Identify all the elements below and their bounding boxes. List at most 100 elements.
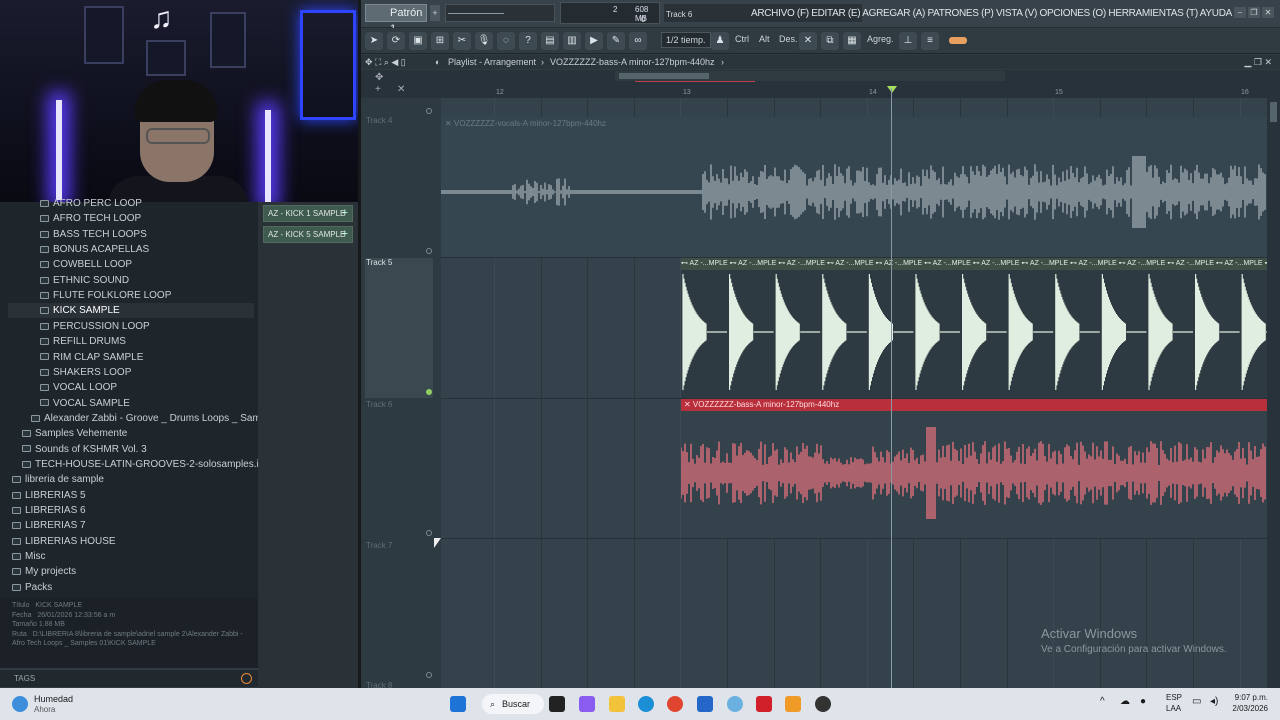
plus-icon[interactable]: + [375,84,381,95]
pattern-selector[interactable]: Patrón 1 [365,4,427,35]
add-pattern-button[interactable]: + [430,5,440,21]
browser-folder-item[interactable]: AFRO PERC LOOP [40,196,142,211]
add-icon[interactable]: + [342,227,348,242]
loop-icon[interactable]: ⟳ [387,32,405,50]
kick-clip-header[interactable]: ⊷ AZ -...MPLE ⊷ AZ -...MPLE ⊷ AZ -...MPL… [681,257,1267,270]
track-led[interactable] [426,248,432,254]
browser-folder-item[interactable]: Sounds of KSHMR Vol. 3 [22,442,147,457]
browser-folder-item[interactable]: LIBRERIAS 7 [12,518,86,533]
ctrl-button[interactable]: Ctrl [735,34,749,44]
browser-folder-item[interactable]: LIBRERIAS HOUSE [12,534,116,549]
undo-button[interactable]: Des. [779,34,798,44]
save-icon[interactable]: ▣ [409,32,427,50]
app-icon[interactable] [815,696,831,712]
volume-icon[interactable]: ◂) [1210,696,1218,707]
browser-folder-item[interactable]: Alexander Zabbi - Groove _ Drums Loops _… [31,411,293,426]
weather-title[interactable]: Humedad [34,694,73,704]
taskbar-search[interactable]: ⌕ Buscar [482,694,544,714]
browser-folder-item[interactable]: REFILL DRUMS [40,334,126,349]
scroll-thumb[interactable] [619,73,709,79]
track-active-led[interactable] [426,389,432,395]
browser-folder-item[interactable]: Packs [12,580,52,595]
track-led[interactable] [426,108,432,114]
browser-folder-item[interactable]: RIM CLAP SAMPLE [40,350,143,365]
tools-icon[interactable]: ⊞ [431,32,449,50]
browser-folder-item[interactable]: BASS TECH LOOPS [40,227,147,242]
x-icon[interactable]: ✕ [397,84,405,95]
fl-studio-icon[interactable] [785,696,801,712]
timeline-ruler[interactable]: ✥ + ✕ 12 13 14 15 16 [361,70,1280,98]
browser-folder-item[interactable]: AFRO TECH LOOP [40,211,141,226]
track-led[interactable] [426,530,432,536]
link-icon[interactable]: ∞ [629,32,647,50]
browser-folder-item[interactable]: BONUS ACAPELLAS [40,242,149,257]
track-label[interactable]: Track 6 [366,400,434,409]
language[interactable]: ESP [1166,693,1182,702]
playlist-window-controls[interactable]: ▁ ❐ ✕ [1244,55,1272,69]
browser-folder-item[interactable]: SHAKERS LOOP [40,365,131,380]
cut-icon[interactable]: ✂ [453,32,471,50]
chrome-icon[interactable] [667,696,683,712]
track-header-selected[interactable] [365,258,433,398]
alt-button[interactable]: Alt [759,34,770,44]
network-icon[interactable]: ☁ [1120,696,1130,707]
bass-clip-header[interactable]: ✕ VOZZZZZZ-bass-A minor-127bpm-440hz [681,398,1267,411]
browser-folder-item[interactable]: VOCAL LOOP [40,380,117,395]
track-label[interactable]: Track 4 [366,116,434,125]
track-led[interactable] [426,672,432,678]
piano-icon[interactable]: ▥ [563,32,581,50]
monitor-icon[interactable]: ▭ [1192,696,1201,707]
zoom-icon[interactable]: ✥ [375,72,383,83]
search-icon[interactable] [241,673,252,684]
help-icon[interactable]: ? [519,32,537,50]
browser-folder-item[interactable]: My projects [12,564,76,579]
browser-folder-item[interactable]: Samples Vehemente [22,426,127,441]
record-indicator[interactable] [949,37,967,44]
browser-folder-item[interactable]: PERCUSSION LOOP [40,319,150,334]
track-label[interactable]: Track 7 [366,541,434,550]
browser-folder-item[interactable]: LIBRERIAS 5 [12,488,86,503]
browser-folder-item[interactable]: Misc [12,549,46,564]
play-arrow-icon[interactable]: ▶ [585,32,603,50]
mic-icon[interactable]: 🎙 [475,32,493,50]
playlist-tools-icon[interactable]: ✥ ⛶ ⌕ ◀ ▯ [365,55,406,69]
pen-icon[interactable]: ✎ [607,32,625,50]
pdf-icon[interactable] [756,696,772,712]
playlist-play-icon[interactable]: ◐ [435,55,440,69]
channel-kick-5[interactable]: AZ - KICK 5 SAMPLE + [263,226,353,243]
snap-selector[interactable]: 1/2 tiemp. [661,32,711,48]
browser-folder-item[interactable]: libreria de sample [12,472,104,487]
browser-folder-item[interactable]: ETHNIC SOUND [40,273,129,288]
add-icon[interactable]: + [342,206,348,221]
chat-icon[interactable]: ◌ [497,32,515,50]
edge-icon[interactable] [638,696,654,712]
paste-icon[interactable]: ▦ [843,32,861,50]
copy-icon[interactable]: ⧉ [821,32,839,50]
pin-icon[interactable]: ⊥ [899,32,917,50]
minimize-icon[interactable]: – [1234,7,1246,18]
mixer-icon[interactable]: ≡ [921,32,939,50]
browser-folder-item[interactable]: LIBRERIAS 6 [12,503,86,518]
store-icon[interactable] [697,696,713,712]
browser-folder-item[interactable]: FLUTE FOLKLORE LOOP [40,288,171,303]
chrome-profile-icon[interactable] [727,696,743,712]
delete-icon[interactable]: ✕ [799,32,817,50]
windows-start-icon[interactable] [450,696,466,712]
add-button[interactable]: Agreg. [867,34,894,44]
scroll-thumb[interactable] [1270,102,1277,122]
vocals-clip[interactable]: ✕ VOZZZZZZ-vocals-A minor-127bpm-440hz [441,117,1267,257]
horizontal-scrollbar[interactable] [615,71,1005,82]
task-view-icon[interactable] [549,696,565,712]
window-icon[interactable]: ▤ [541,32,559,50]
browser-folder-item[interactable]: COWBELL LOOP [40,257,132,272]
mic-icon[interactable]: ● [1140,696,1146,707]
chevron-up-icon[interactable]: ^ [1100,696,1105,707]
tags-bar[interactable]: TAGS [0,669,258,687]
browser-folder-item[interactable]: VOCAL SAMPLE [40,396,130,411]
restore-icon[interactable]: ❐ [1248,7,1260,18]
channel-kick-1[interactable]: AZ - KICK 1 SAMPLE + [263,205,353,222]
kick-clips[interactable] [681,257,1267,398]
file-explorer-icon[interactable] [609,696,625,712]
vertical-scrollbar[interactable] [1267,98,1280,688]
weather-icon[interactable] [12,696,28,712]
